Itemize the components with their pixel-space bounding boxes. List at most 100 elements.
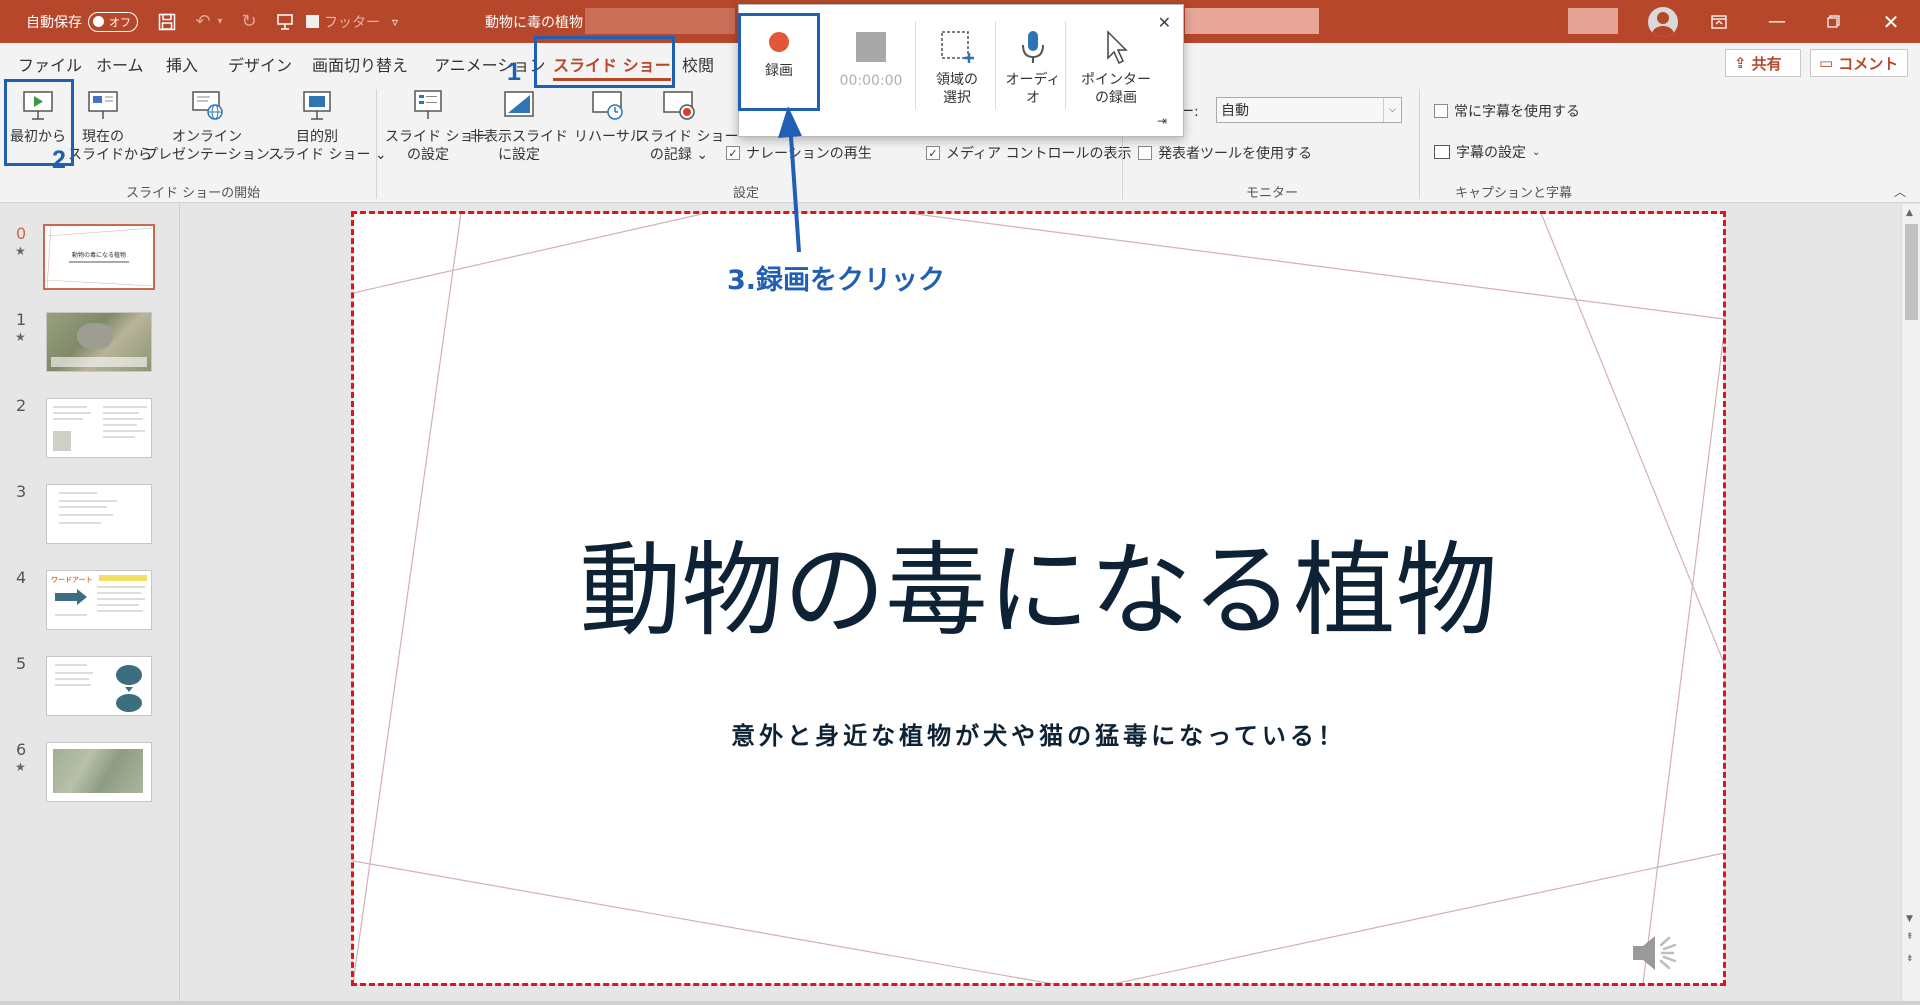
share-icon: ⇪ bbox=[1734, 54, 1747, 72]
group-label-captions: キャプションと字幕 bbox=[1455, 186, 1573, 201]
scroll-up-icon[interactable]: ▲ bbox=[1906, 208, 1913, 218]
custom-label-2: スライド ショー ⌄ bbox=[268, 147, 387, 163]
cat-photo bbox=[77, 323, 113, 349]
footer-label: フッター bbox=[324, 14, 380, 31]
slide-title[interactable]: 動物の毒になる植物 bbox=[353, 509, 1724, 656]
record-slideshow-button[interactable]: スライド ショー の記録 ⌄ bbox=[636, 88, 738, 164]
collapse-ribbon-icon[interactable]: ︿ bbox=[1894, 183, 1906, 200]
thumbnail-caption bbox=[51, 357, 147, 367]
autosave-label: 自動保存 bbox=[26, 14, 82, 31]
slide-thumbnail-pane: 0 ★ 動物の毒になる植物 1 ★ 2 3 4 ワードアート 5 6 ★ bbox=[0, 204, 180, 1001]
select-area-icon bbox=[939, 29, 975, 65]
presenter-view-label: 発表者ツールを使用する bbox=[1158, 146, 1312, 162]
redo-icon[interactable]: ↻ bbox=[232, 0, 266, 43]
group-divider bbox=[1419, 89, 1420, 199]
autosave-toggle[interactable]: 自動保存 オフ bbox=[26, 0, 138, 43]
tab-animations[interactable]: アニメーション bbox=[434, 49, 545, 79]
scrollbar-thumb[interactable] bbox=[1905, 224, 1918, 320]
select-area-label-2: 選択 bbox=[943, 90, 971, 106]
annotation-arrow bbox=[778, 106, 802, 253]
scroll-down-icon[interactable]: ▼ bbox=[1906, 914, 1913, 924]
rehearse-label: リハーサル bbox=[574, 129, 644, 145]
comment-button[interactable]: ▭ コメント bbox=[1810, 49, 1908, 77]
hide-slide-button[interactable]: 非表示スライド に設定 bbox=[470, 88, 568, 164]
audio-button[interactable]: オーディ オ bbox=[999, 5, 1067, 138]
pin-icon[interactable]: ⇥ bbox=[1157, 114, 1167, 128]
slide-thumbnail-1[interactable] bbox=[46, 312, 152, 372]
stop-button[interactable]: 00:00:00 bbox=[825, 5, 917, 138]
annotation-step-2: 2 bbox=[52, 146, 66, 174]
slide-number: 4 bbox=[16, 568, 27, 587]
vertical-scrollbar[interactable]: ▲ ▼ ⇞ ⇟ bbox=[1901, 204, 1920, 1001]
slide-canvas[interactable]: 動物の毒になる植物 意外と身近な植物が犬や猫の猛毒になっている！ bbox=[353, 213, 1724, 984]
slide-thumbnail-3[interactable] bbox=[46, 484, 152, 544]
animation-star-icon: ★ bbox=[15, 330, 26, 344]
thumbnail-subtitle-line bbox=[69, 261, 129, 263]
user-avatar[interactable] bbox=[1648, 7, 1678, 37]
tab-insert[interactable]: 挿入 bbox=[166, 49, 198, 79]
rehearse-timings-icon bbox=[591, 88, 625, 122]
rehearse-timings-button[interactable]: リハーサル bbox=[574, 88, 644, 146]
audio-label-1: オーディ bbox=[1005, 72, 1061, 88]
custom-label-1: 目的別 bbox=[296, 129, 338, 145]
customize-qat-icon[interactable]: ▿ bbox=[378, 0, 412, 43]
custom-slideshow-button[interactable]: 目的別 スライド ショー ⌄ bbox=[268, 88, 387, 164]
group-label-setup: 設定 bbox=[733, 186, 760, 201]
subtitle-settings-button[interactable]: 字幕の設定 ⌄ bbox=[1434, 142, 1540, 162]
next-slide-icon[interactable]: ⇟ bbox=[1906, 954, 1914, 964]
tab-home[interactable]: ホーム bbox=[96, 49, 144, 79]
record-pointer-button[interactable]: ポインター の録画 bbox=[1069, 5, 1163, 138]
tab-transitions[interactable]: 画面切り替え bbox=[312, 49, 408, 79]
tab-review[interactable]: 校閲 bbox=[682, 49, 714, 79]
plant-photo bbox=[53, 749, 143, 793]
tab-design[interactable]: デザイン bbox=[228, 49, 292, 79]
presentation-icon[interactable] bbox=[268, 0, 302, 43]
autosave-switch[interactable]: オフ bbox=[88, 11, 138, 32]
online-presentation-button[interactable]: オンライン プレゼンテーション ⌄ bbox=[144, 88, 286, 164]
record-pointer-label-1: ポインター bbox=[1081, 72, 1151, 88]
toolbar-divider bbox=[1065, 21, 1066, 109]
media-controls-label: メディア コントロールの表示 bbox=[946, 146, 1132, 162]
restore-icon[interactable] bbox=[1816, 0, 1850, 43]
speaker-icon[interactable] bbox=[1629, 931, 1685, 975]
select-area-button[interactable]: 領域の 選択 bbox=[921, 5, 993, 138]
slide-number: 2 bbox=[16, 396, 27, 415]
presenter-view-checkbox[interactable]: 発表者ツールを使用する bbox=[1138, 143, 1312, 163]
media-controls-checkbox[interactable]: ✓ メディア コントロールの表示 bbox=[926, 143, 1131, 163]
share-label: 共有 bbox=[1751, 54, 1782, 73]
ribbon-display-options-icon[interactable] bbox=[1702, 0, 1736, 43]
slide-subtitle[interactable]: 意外と身近な植物が犬や猫の猛毒になっている！ bbox=[353, 716, 1724, 751]
save-icon[interactable] bbox=[150, 0, 184, 43]
previous-slide-icon[interactable]: ⇞ bbox=[1906, 932, 1914, 942]
setup-label-1: スライド ショー bbox=[385, 129, 488, 145]
group-divider bbox=[376, 89, 377, 199]
slide-thumbnail-4[interactable]: ワードアート bbox=[46, 570, 152, 630]
setup-slideshow-button[interactable]: スライド ショー の設定 bbox=[385, 88, 488, 164]
minimize-icon[interactable]: — bbox=[1760, 0, 1794, 43]
record-pointer-label-2: の録画 bbox=[1095, 90, 1137, 106]
share-button[interactable]: ⇪ 共有 bbox=[1725, 49, 1801, 77]
from-current-button[interactable]: 現在の スライドから bbox=[68, 88, 152, 164]
undo-dropdown-icon[interactable]: ▾ bbox=[212, 0, 228, 43]
slide-thumbnail-5[interactable] bbox=[46, 656, 152, 716]
footer-checkbox[interactable]: フッター bbox=[306, 0, 380, 43]
slide-thumbnail-0[interactable]: 動物の毒になる植物 bbox=[43, 224, 155, 290]
play-from-current-icon bbox=[86, 88, 120, 122]
always-subtitles-checkbox[interactable]: 常に字幕を使用する bbox=[1434, 101, 1580, 121]
close-window-icon[interactable]: ✕ bbox=[1874, 0, 1908, 43]
slide-number: 3 bbox=[16, 482, 27, 501]
monitor-select[interactable]: 自動 ⌵ bbox=[1216, 97, 1402, 123]
slide-thumbnail-2[interactable] bbox=[46, 398, 152, 458]
slide-thumbnail-6[interactable] bbox=[46, 742, 152, 802]
toolbar-divider bbox=[915, 21, 916, 109]
close-icon[interactable]: ✕ bbox=[1158, 13, 1171, 32]
annotation-box-slideshow-tab bbox=[534, 36, 675, 88]
slide-number: 1 bbox=[16, 310, 27, 329]
hide-slide-label-1: 非表示スライド bbox=[470, 129, 568, 145]
from-current-label-2: スライドから bbox=[68, 147, 152, 163]
tab-file[interactable]: ファイル bbox=[18, 49, 82, 79]
monitor-select-value: 自動 bbox=[1221, 103, 1249, 119]
setup-slideshow-icon bbox=[411, 88, 445, 122]
redacted-username bbox=[1568, 8, 1618, 34]
animation-star-icon: ★ bbox=[15, 760, 26, 774]
